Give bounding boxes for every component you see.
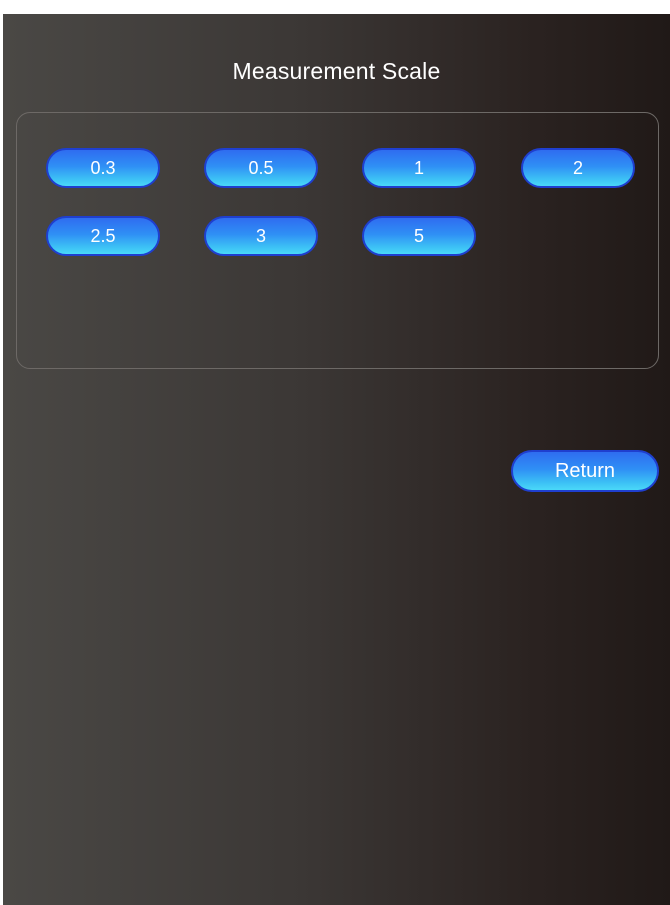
scale-button-2[interactable]: 2 [521, 148, 635, 188]
scale-options-panel: 0.3 0.5 1 2 2.5 3 5 [16, 112, 659, 369]
return-button[interactable]: Return [511, 450, 659, 492]
scale-button-2.5[interactable]: 2.5 [46, 216, 160, 256]
scale-button-1[interactable]: 1 [362, 148, 476, 188]
page-title: Measurement Scale [232, 58, 441, 84]
scale-button-0.3[interactable]: 0.3 [46, 148, 160, 188]
scale-button-3[interactable]: 3 [204, 216, 318, 256]
scale-button-5[interactable]: 5 [362, 216, 476, 256]
scale-button-0.5[interactable]: 0.5 [204, 148, 318, 188]
measurement-scale-screen: Measurement Scale 0.3 0.5 1 2 2.5 3 5 Re… [3, 14, 670, 905]
